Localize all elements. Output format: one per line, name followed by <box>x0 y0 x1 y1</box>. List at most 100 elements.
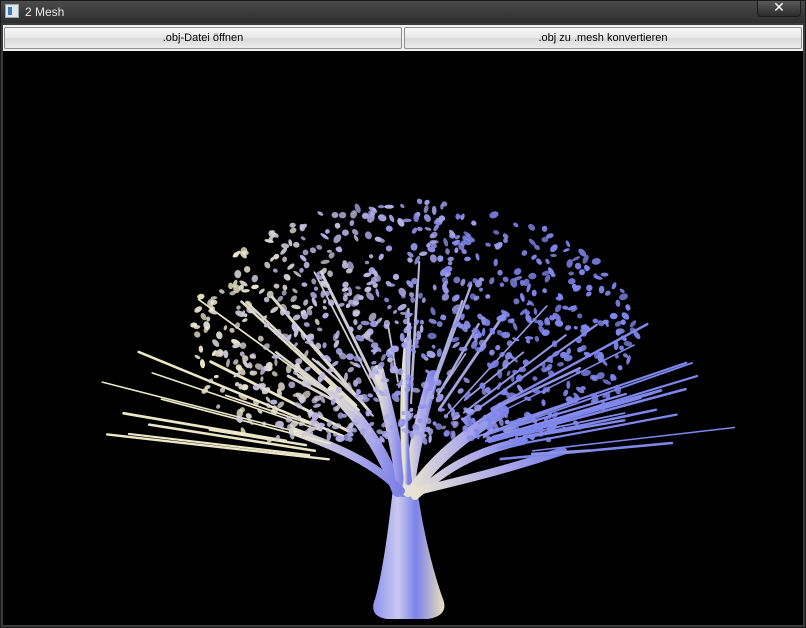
tree-leaf <box>485 242 491 247</box>
tree-leaf <box>199 359 206 369</box>
tree-render <box>101 198 736 619</box>
tree-leaf <box>600 272 609 277</box>
tree-leaf <box>502 359 509 369</box>
tree-leaf <box>194 306 203 313</box>
tree-leaf <box>421 297 426 303</box>
tree-leaf <box>364 286 372 293</box>
tree-leaf <box>392 309 398 314</box>
tree-leaf <box>568 278 576 285</box>
tree-leaf <box>592 318 599 324</box>
tree-leaf <box>380 353 386 362</box>
tree-leaf <box>418 251 428 256</box>
tree-leaf <box>194 354 201 360</box>
tree-leaf <box>520 292 525 302</box>
tree-leaf <box>502 276 509 283</box>
tree-leaf <box>272 268 278 273</box>
app-icon <box>5 4 19 18</box>
tree-leaf <box>579 269 585 276</box>
tree-leaf <box>554 319 564 327</box>
tree-leaf <box>400 204 405 209</box>
tree-leaf <box>564 325 572 331</box>
tree-leaf <box>392 273 400 281</box>
convert-obj-to-mesh-button[interactable]: .obj zu .mesh konvertieren <box>404 27 802 49</box>
tree-leaf <box>355 286 361 290</box>
tree-leaf <box>300 236 306 241</box>
tree-leaf <box>394 320 399 325</box>
tree-leaf <box>419 319 425 325</box>
tree-leaf <box>428 434 432 444</box>
tree-leaf <box>485 294 491 299</box>
tree-leaf <box>325 229 330 234</box>
tree-leaf <box>338 211 347 219</box>
tree-leaf <box>541 399 546 407</box>
tree-leaf <box>377 205 385 209</box>
tree-leaf <box>365 409 373 417</box>
tree-leaf <box>431 205 437 216</box>
close-button[interactable]: ✕ <box>757 0 801 17</box>
tree-leaf <box>378 253 384 261</box>
tree-leaf <box>428 318 437 324</box>
tree-leaf <box>536 258 542 265</box>
tree-leaf <box>457 388 464 394</box>
tree-leaf <box>264 261 271 269</box>
tree-leaf <box>416 226 423 232</box>
tree-leaf <box>541 225 548 232</box>
tree-leaf <box>445 248 450 255</box>
tree-leaf <box>251 284 259 290</box>
tree-leaf <box>216 331 223 340</box>
tree-leaf <box>322 305 327 310</box>
tree-leaf <box>565 240 571 248</box>
tree-leaf <box>407 251 414 258</box>
tree-leaf <box>313 286 319 291</box>
tree-leaf <box>281 289 287 296</box>
tree-leaf <box>242 318 248 323</box>
tree-leaf <box>566 380 571 389</box>
tree-leaf <box>572 256 581 262</box>
tree-leaf <box>331 212 339 218</box>
tree-leaf <box>481 327 486 337</box>
tree-leaf <box>234 270 242 279</box>
open-obj-button[interactable]: .obj-Datei öffnen <box>4 27 402 49</box>
tree-leaf <box>317 211 324 216</box>
tree-leaf <box>213 374 219 379</box>
tree-leaf <box>568 271 575 276</box>
tree-leaf <box>573 326 578 330</box>
3d-viewport[interactable] <box>3 51 803 625</box>
tree-leaf <box>423 204 429 214</box>
tree-leaf <box>291 304 301 310</box>
tree-leaf <box>270 306 279 314</box>
tree-leaf <box>629 320 637 328</box>
tree-leaf <box>353 234 359 242</box>
tree-leaf <box>557 362 564 367</box>
tree-leaf <box>611 282 617 290</box>
tree-leaf <box>364 260 370 265</box>
tree-leaf <box>346 353 354 361</box>
tree-leaf <box>271 371 278 377</box>
tree-leaf <box>304 340 314 344</box>
tree-leaf <box>413 319 420 326</box>
tree-leaf <box>443 237 449 247</box>
tree-leaf <box>462 425 468 432</box>
tree-leaf <box>303 261 310 269</box>
tree-leaf <box>533 307 538 315</box>
tree-leaf <box>228 282 234 290</box>
tree-leaf <box>364 231 372 240</box>
tree-leaf <box>411 227 418 234</box>
tree-leaf <box>562 248 570 252</box>
app-window: 2 Mesh ✕ .obj-Datei öffnen .obj zu .mesh… <box>0 0 806 628</box>
tree-leaf <box>563 389 569 397</box>
title-bar[interactable]: 2 Mesh ✕ <box>1 0 805 23</box>
tree-leaf <box>531 289 537 297</box>
tree-leaf <box>542 288 547 294</box>
tree-leaf <box>524 336 534 340</box>
tree-leaf <box>550 244 558 253</box>
tree-leaf <box>430 307 436 316</box>
tree-leaf <box>302 249 309 256</box>
tree-leaf <box>410 243 418 251</box>
tree-leaf <box>375 317 383 325</box>
tree-leaf <box>289 222 296 228</box>
tree-leaf <box>258 288 265 294</box>
tree-leaf <box>313 403 321 408</box>
tree-leaf <box>289 227 297 234</box>
tree-leaf <box>447 260 453 266</box>
